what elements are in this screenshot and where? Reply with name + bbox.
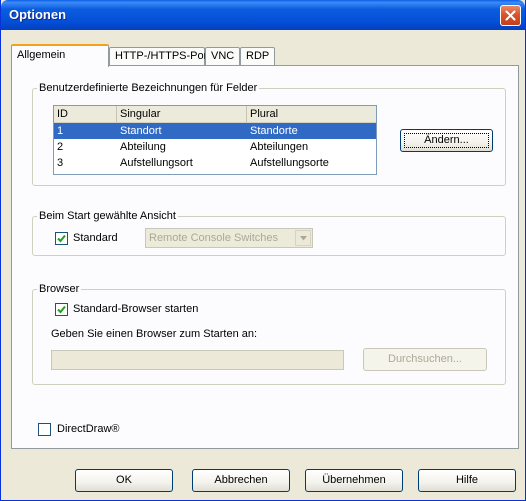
options-dialog: Optionen Allgemein HTTP-/HTTPS-Ports VNC… bbox=[0, 0, 526, 501]
standard-checkbox[interactable] bbox=[55, 232, 68, 245]
help-button[interactable]: Hilfe bbox=[418, 469, 516, 492]
checkmark-icon bbox=[57, 305, 66, 314]
tab-panel-allgemein: Benutzerdefinierte Bezeichnungen für Fel… bbox=[11, 65, 519, 449]
default-browser-checkbox[interactable] bbox=[55, 303, 68, 316]
list-header: ID Singular Plural bbox=[54, 106, 376, 123]
custom-field-labels-group-title: Benutzerdefinierte Bezeichnungen für Fel… bbox=[37, 82, 260, 94]
row-id: 2 bbox=[57, 141, 64, 153]
list-row[interactable]: 1 Standort Standorte bbox=[54, 123, 376, 139]
row-plural: Aufstellungsorte bbox=[250, 157, 329, 169]
row-singular: Abteilung bbox=[120, 141, 166, 153]
tab-allgemein[interactable]: Allgemein bbox=[11, 44, 109, 67]
close-button[interactable] bbox=[500, 5, 521, 26]
column-header-id[interactable]: ID bbox=[54, 106, 117, 122]
edit-button[interactable]: Ändern... bbox=[400, 129, 493, 152]
row-plural: Abteilungen bbox=[250, 141, 309, 153]
focus-rect bbox=[404, 133, 489, 148]
row-id: 1 bbox=[57, 125, 64, 137]
tab-http-https-ports[interactable]: HTTP-/HTTPS-Ports bbox=[109, 47, 216, 66]
directdraw-label: DirectDraw® bbox=[57, 423, 120, 435]
standard-checkbox-label: Standard bbox=[73, 232, 118, 244]
column-header-singular[interactable]: Singular bbox=[117, 106, 247, 122]
tab-vnc[interactable]: VNC bbox=[205, 47, 240, 66]
window-title: Optionen bbox=[9, 7, 67, 22]
close-icon bbox=[505, 10, 516, 21]
list-row[interactable]: 3 Aufstellungsort Aufstellungsorte bbox=[54, 155, 376, 171]
browser-path-input[interactable] bbox=[51, 350, 344, 370]
dropdown-button[interactable] bbox=[295, 230, 311, 246]
ok-button[interactable]: OK bbox=[75, 469, 173, 492]
start-view-select-value: Remote Console Switches bbox=[149, 232, 279, 244]
start-view-select[interactable]: Remote Console Switches bbox=[145, 228, 313, 248]
start-view-group: Beim Start gewählte Ansicht Standard Rem… bbox=[32, 210, 506, 256]
chevron-down-icon bbox=[300, 236, 307, 241]
apply-button[interactable]: Übernehmen bbox=[305, 469, 403, 492]
default-browser-label: Standard-Browser starten bbox=[73, 303, 199, 315]
list-row[interactable]: 2 Abteilung Abteilungen bbox=[54, 139, 376, 155]
row-singular: Aufstellungsort bbox=[120, 157, 193, 169]
specify-browser-label: Geben Sie einen Browser zum Starten an: bbox=[51, 328, 258, 340]
browser-group-title: Browser bbox=[37, 283, 82, 295]
column-header-plural[interactable]: Plural bbox=[247, 106, 376, 122]
cancel-button[interactable]: Abbrechen bbox=[192, 469, 290, 492]
directdraw-checkbox[interactable] bbox=[38, 423, 51, 436]
custom-field-labels-group: Benutzerdefinierte Bezeichnungen für Fel… bbox=[32, 82, 506, 186]
tab-rdp[interactable]: RDP bbox=[240, 47, 275, 66]
checkmark-icon bbox=[57, 234, 66, 243]
row-singular: Standort bbox=[120, 125, 162, 137]
row-plural: Standorte bbox=[250, 125, 298, 137]
start-view-group-title: Beim Start gewählte Ansicht bbox=[37, 210, 178, 222]
browser-group: Browser Standard-Browser starten Geben S… bbox=[32, 283, 506, 385]
title-bar[interactable]: Optionen bbox=[1, 0, 525, 30]
row-id: 3 bbox=[57, 157, 64, 169]
browse-button[interactable]: Durchsuchen... bbox=[363, 348, 487, 371]
field-labels-list[interactable]: ID Singular Plural 1 Standort Standorte … bbox=[53, 105, 377, 175]
